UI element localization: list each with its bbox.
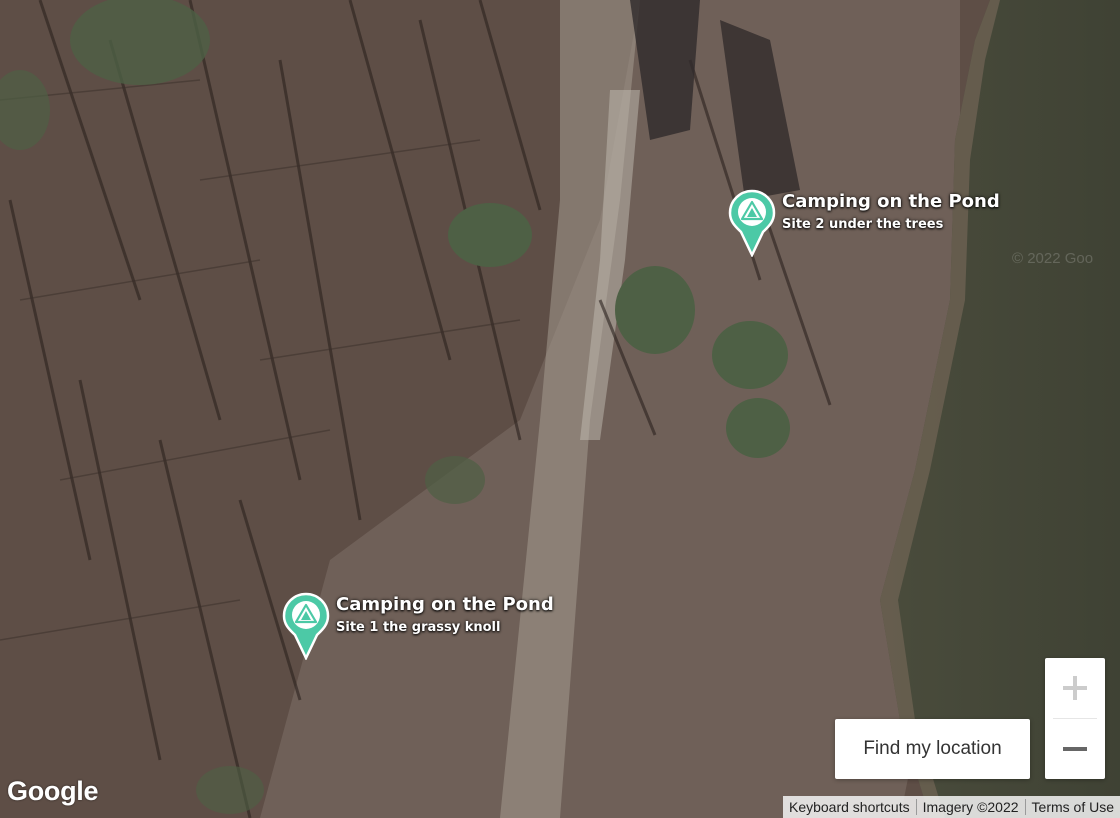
marker-subtitle: Site 2 under the trees <box>782 217 944 232</box>
campsite-marker-site-2[interactable]: Camping on the Pond Site 2 under the tre… <box>728 189 1000 257</box>
zoom-in-button[interactable] <box>1045 658 1105 718</box>
map-pin-icon[interactable] <box>728 189 776 257</box>
marker-label: Camping on the Pond Site 1 the grassy kn… <box>336 594 554 637</box>
imagery-watermark: © 2022 Goo <box>1012 250 1094 267</box>
zoom-out-button[interactable] <box>1045 719 1105 779</box>
terms-of-use-link[interactable]: Terms of Use <box>1026 796 1120 818</box>
map-attribution-bar: Keyboard shortcuts Imagery ©2022 Terms o… <box>782 796 1120 818</box>
map-view[interactable]: © 2022 Goo Camping on the Pond Site 2 un… <box>0 0 1120 818</box>
keyboard-shortcuts-link[interactable]: Keyboard shortcuts <box>783 796 916 818</box>
plus-icon <box>1063 676 1087 700</box>
campsite-marker-site-1[interactable]: Camping on the Pond Site 1 the grassy kn… <box>282 592 554 660</box>
marker-subtitle: Site 1 the grassy knoll <box>336 620 501 635</box>
find-my-location-button[interactable]: Find my location <box>835 719 1030 779</box>
satellite-imagery <box>0 0 1120 818</box>
minus-icon <box>1063 747 1087 751</box>
map-pin-icon[interactable] <box>282 592 330 660</box>
marker-label: Camping on the Pond Site 2 under the tre… <box>782 191 1000 234</box>
imagery-credit: Imagery ©2022 <box>922 799 1019 815</box>
google-logo[interactable]: Google <box>7 776 99 807</box>
marker-title: Camping on the Pond <box>336 594 554 615</box>
zoom-control <box>1045 658 1105 779</box>
marker-title: Camping on the Pond <box>782 191 1000 212</box>
